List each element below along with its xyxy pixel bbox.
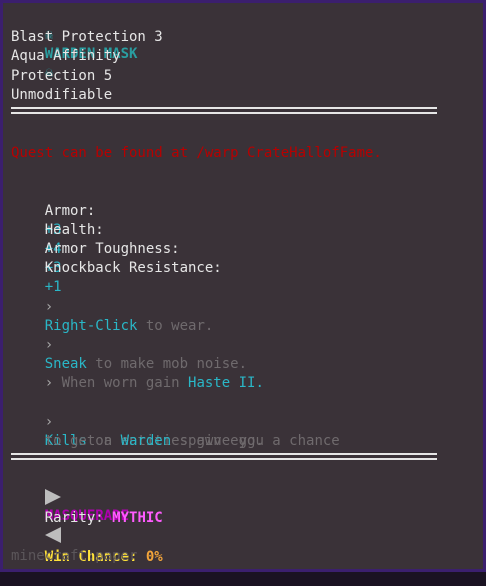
item-tooltip: ☠ WARDEN MASK ☠ Blast Protection 3 Aqua … <box>0 0 486 572</box>
ability-text: spawn egg. <box>171 433 264 449</box>
rarity-value: MYTHIC <box>112 510 163 526</box>
ability-key: Warden <box>120 433 172 449</box>
win-chance-value: 0% <box>145 549 163 565</box>
chevron-right-icon: › <box>44 375 54 391</box>
ability-text: to get a <box>44 433 121 449</box>
enchantment-line: Blast Protection 3 <box>11 29 163 45</box>
chevron-right-icon: › <box>44 299 54 315</box>
stat-label: Knockback Resistance: <box>44 260 222 276</box>
enchantment-line: Aqua Affinity <box>11 48 121 64</box>
separator <box>11 453 437 460</box>
enchantment-line: Unmodifiable <box>11 87 113 103</box>
ability-kills-line2: to get a Warden spawn egg. <box>11 413 264 470</box>
ability-key: Haste II. <box>188 375 264 391</box>
ability-text: When worn gain <box>53 375 189 391</box>
item-id: minecraft:paper <box>11 548 138 564</box>
enchantment-line: Protection 5 <box>11 68 113 84</box>
rarity-label: Rarity: <box>44 510 113 526</box>
separator <box>11 107 437 114</box>
quest-note: Quest can be found at /warp CrateHallofF… <box>11 145 382 161</box>
chevron-right-icon: › <box>44 337 54 353</box>
